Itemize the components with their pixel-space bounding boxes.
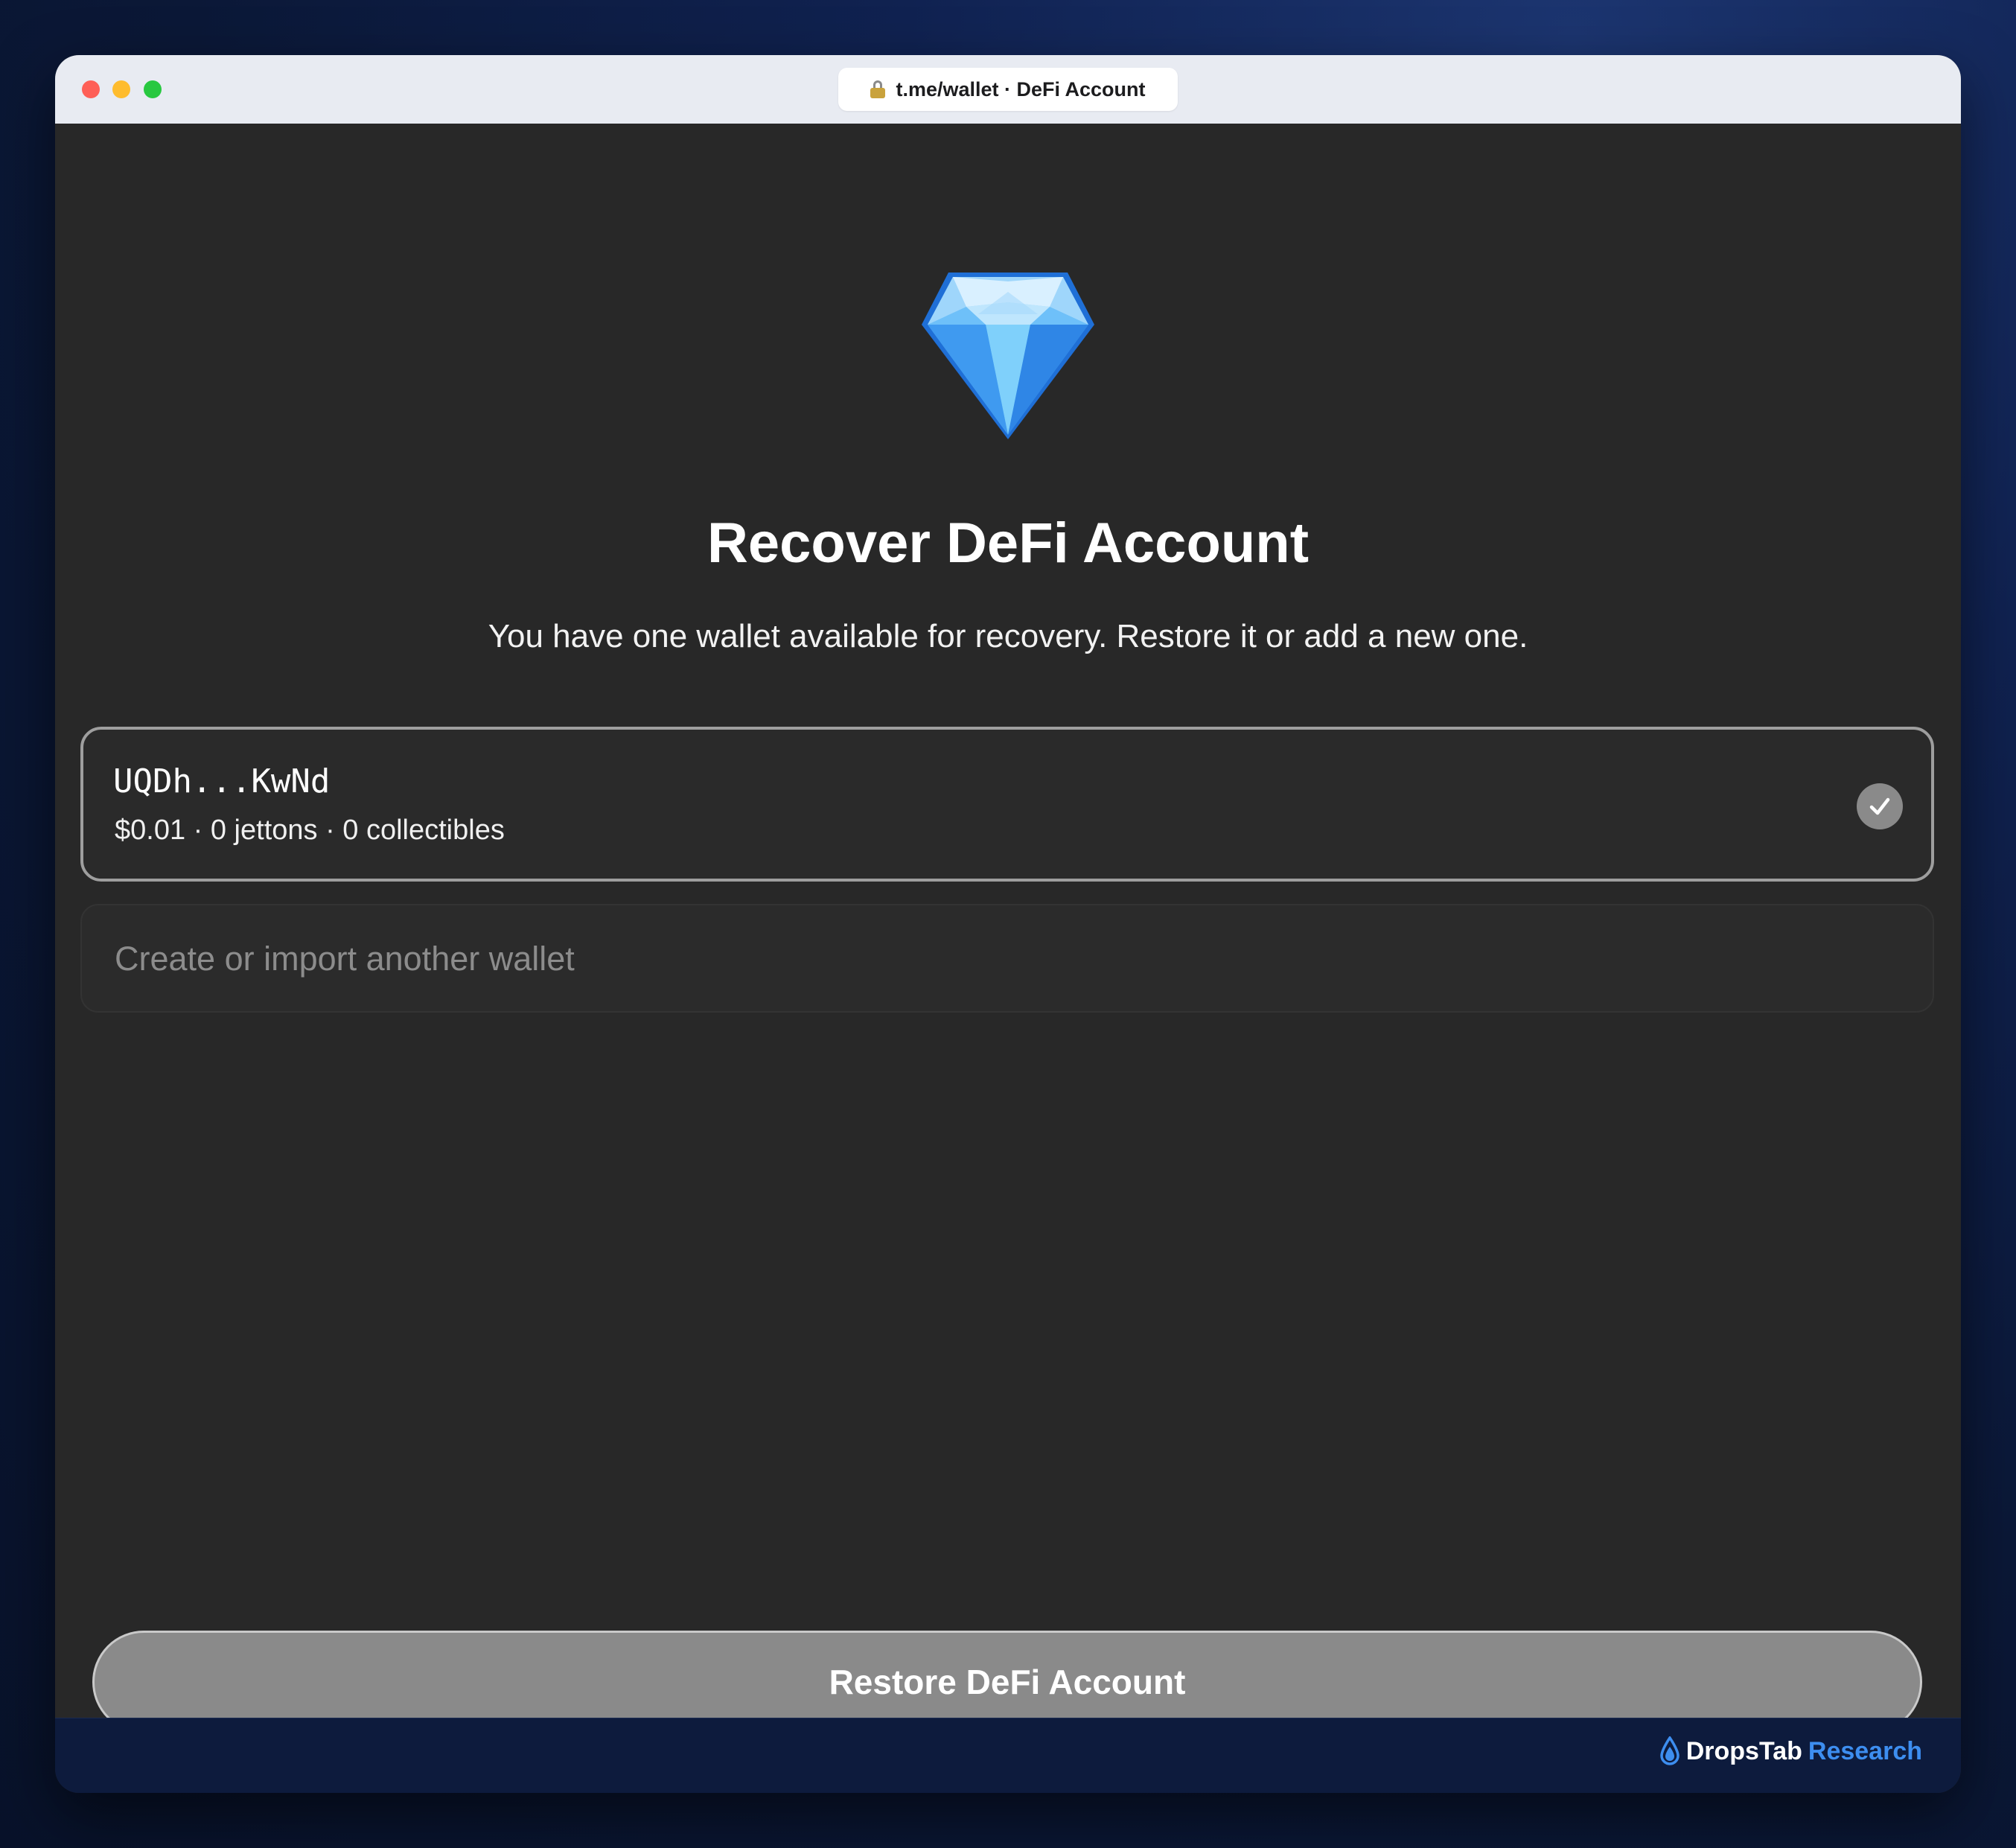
footer-bar: DropsTab Research bbox=[55, 1718, 1961, 1793]
create-import-wallet-label: Create or import another wallet bbox=[115, 940, 575, 978]
wallet-option-selected[interactable]: UQDh...KwNd $0.01 · 0 jettons · 0 collec… bbox=[80, 727, 1934, 882]
page-title: Recover DeFi Account bbox=[706, 512, 1310, 575]
address-bar-text: t.me/wallet · DeFi Account bbox=[896, 77, 1146, 101]
create-import-wallet-option[interactable]: Create or import another wallet bbox=[80, 904, 1934, 1013]
browser-window: t.me/wallet · DeFi Account Recover DeFi … bbox=[55, 55, 1961, 1793]
recover-screen: Recover DeFi Account You have one wallet… bbox=[55, 124, 1961, 1733]
page-subtitle: You have one wallet available for recove… bbox=[488, 618, 1528, 654]
check-icon bbox=[1857, 783, 1903, 829]
title-bar: t.me/wallet · DeFi Account bbox=[55, 55, 1961, 124]
brand-name: DropsTab bbox=[1685, 1736, 1802, 1765]
brand-sub: Research bbox=[1808, 1736, 1922, 1765]
minimize-window-button[interactable] bbox=[112, 80, 130, 98]
lock-icon bbox=[870, 80, 886, 98]
close-window-button[interactable] bbox=[82, 80, 100, 98]
brand-logo: DropsTab Research bbox=[1659, 1736, 1922, 1766]
wallet-address: UQDh...KwNd bbox=[113, 762, 331, 800]
address-bar[interactable]: t.me/wallet · DeFi Account bbox=[838, 68, 1178, 111]
wallet-balance-summary: $0.01 · 0 jettons · 0 collectibles bbox=[115, 815, 505, 846]
maximize-window-button[interactable] bbox=[144, 80, 162, 98]
drop-icon bbox=[1659, 1736, 1680, 1765]
gem-icon bbox=[922, 273, 1094, 439]
